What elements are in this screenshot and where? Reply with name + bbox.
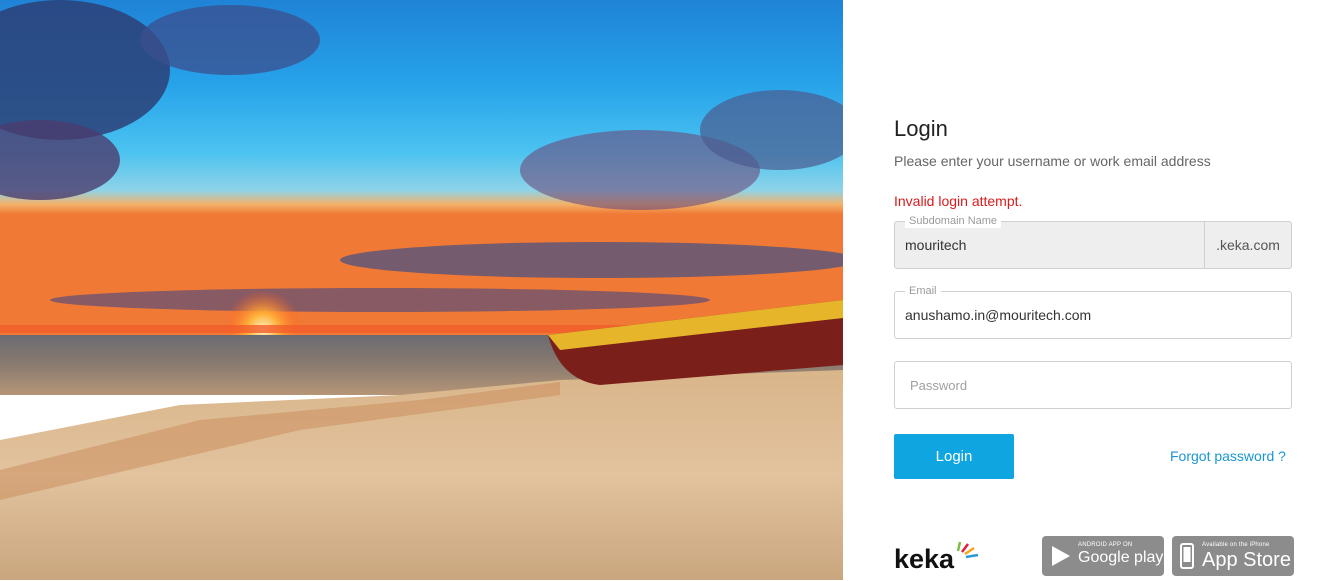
app-store-badge[interactable]: Available on the iPhone App Store bbox=[1172, 536, 1294, 576]
google-play-small-label: ANDROID APP ON bbox=[1078, 542, 1133, 548]
page-title: Login bbox=[894, 116, 948, 141]
subdomain-value[interactable]: mouritech bbox=[905, 222, 1195, 268]
email-field[interactable] bbox=[905, 292, 1195, 338]
subdomain-suffix: .keka.com bbox=[1204, 222, 1291, 268]
forgot-password-link[interactable]: Forgot password ? bbox=[1170, 448, 1286, 464]
app-store-small-label: Available on the iPhone bbox=[1202, 542, 1270, 548]
beach-sunset-illustration bbox=[0, 0, 843, 580]
app-store-label: App Store bbox=[1202, 549, 1291, 571]
brand-name: keka bbox=[894, 544, 955, 574]
phone-icon bbox=[1180, 543, 1194, 569]
google-play-icon bbox=[1052, 546, 1070, 566]
error-message: Invalid login attempt. bbox=[894, 193, 1023, 209]
hero-image bbox=[0, 0, 843, 580]
login-panel: Login Please enter your username or work… bbox=[843, 0, 1343, 580]
google-play-badge[interactable]: ANDROID APP ON Google play bbox=[1042, 536, 1164, 576]
login-button[interactable]: Login bbox=[894, 434, 1014, 479]
keka-logo-icon: keka bbox=[894, 541, 979, 574]
subdomain-field[interactable]: Subdomain Name mouritech .keka.com bbox=[894, 214, 1292, 269]
password-field-wrapper bbox=[894, 361, 1292, 409]
email-field-wrapper: Email bbox=[894, 284, 1292, 339]
google-play-label: Google play bbox=[1078, 549, 1164, 566]
password-field[interactable] bbox=[910, 362, 1200, 408]
keka-logo: keka bbox=[894, 540, 984, 576]
login-instructions: Please enter your username or work email… bbox=[894, 153, 1211, 169]
